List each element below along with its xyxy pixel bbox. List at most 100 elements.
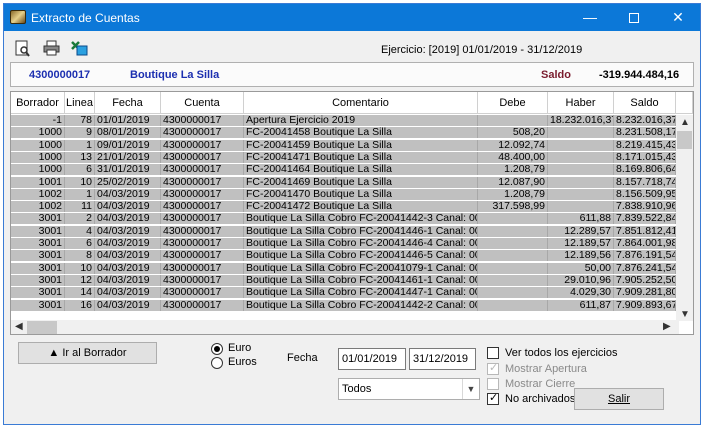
fecha-hasta-input[interactable]: 31/12/2019 (409, 348, 476, 370)
scroll-down-icon[interactable]: ▼ (680, 309, 690, 320)
scroll-right-icon[interactable]: ▶ (663, 321, 671, 332)
cell-haber: 12.189,56 (548, 250, 614, 262)
cell-haber: 12.289,57 (548, 225, 614, 237)
cell-haber: 4.029,30 (548, 287, 614, 299)
cell-fecha: 31/01/2019 (95, 164, 161, 176)
cell-saldo: 7.839.522,84 (616, 213, 676, 225)
cell-borrador: 1000 (11, 127, 65, 139)
cell-linea: 6 (65, 164, 95, 176)
cell-cuenta: 4300000017 (161, 225, 244, 237)
cell-borrador: 3001 (11, 225, 65, 237)
table-row[interactable]: 1002 1 04/03/2019 4300000017 FC-20041470 Bou… (11, 188, 676, 200)
cell-haber: 29.010,96 (548, 274, 614, 286)
header-haber[interactable]: Haber (548, 92, 614, 114)
table-row[interactable]: 3001 14 04/03/2019 4300000017 Boutique La Si… (11, 287, 676, 299)
no-archivados-checkbox[interactable] (487, 391, 499, 405)
table-row[interactable]: 3001 6 04/03/2019 4300000017 Boutique La Sil… (11, 238, 676, 249)
table-row[interactable]: 3001 10 04/03/2019 4300000017 Boutique La Si… (11, 262, 676, 274)
salir-button[interactable]: Salir (574, 388, 664, 410)
cell-linea: 1 (65, 188, 95, 200)
table-row[interactable]: -1 78 01/01/2019 4300000017 Apertura Ejercic… (11, 115, 676, 126)
cell-saldo: 8.169.806,64 (616, 164, 676, 176)
vertical-scrollbar[interactable]: ▲ ▼ (676, 115, 693, 321)
cell-saldo: 8.171.015,43 (616, 151, 676, 163)
cell-linea: 78 (65, 115, 95, 126)
cell-saldo: 7.876.241,54 (616, 262, 676, 274)
preview-icon[interactable] (14, 40, 32, 58)
close-button[interactable]: ✕ (656, 4, 700, 31)
scroll-up-icon[interactable]: ▲ (680, 117, 690, 128)
table-row[interactable]: 3001 12 04/03/2019 4300000017 Boutique La Si… (11, 274, 676, 286)
header-saldo[interactable]: Saldo (614, 92, 676, 114)
cell-comentario: Boutique La Silla Cobro FC-20041446-5 Ca… (246, 250, 478, 262)
cell-fecha: 04/03/2019 (95, 287, 161, 299)
mostrar-cierre-checkbox[interactable] (487, 378, 499, 390)
header-borrador[interactable]: Borrador (11, 92, 65, 114)
radio-euro[interactable] (211, 343, 223, 355)
cell-fecha: 21/01/2019 (95, 151, 161, 163)
header-cuenta[interactable]: Cuenta (161, 92, 244, 114)
table-row[interactable]: 3001 2 04/03/2019 4300000017 Boutique La Sil… (11, 213, 676, 225)
filtro-select[interactable]: Todos ▼ (338, 378, 480, 400)
cell-linea: 16 (65, 299, 95, 311)
cell-borrador: 1000 (11, 164, 65, 176)
cell-debe: 317.598,99 (478, 201, 548, 213)
cell-saldo: 7.851.812,41 (616, 225, 676, 237)
excel-export-icon[interactable] (70, 40, 88, 58)
horizontal-scroll-thumb[interactable] (27, 321, 57, 334)
cell-cuenta: 4300000017 (161, 201, 244, 213)
account-code: 4300000017 (29, 69, 91, 81)
ver-todos-checkbox[interactable] (487, 347, 499, 359)
cell-haber (548, 151, 614, 163)
cell-borrador: -1 (11, 115, 65, 126)
cell-saldo: 7.876.191,54 (616, 250, 676, 262)
radio-euros[interactable] (211, 357, 223, 369)
cell-debe: 48.400,00 (478, 151, 548, 163)
vertical-scroll-thumb[interactable] (677, 131, 692, 149)
cell-linea: 6 (65, 238, 95, 249)
cell-debe: 1.208,79 (478, 164, 548, 176)
saldo-label: Saldo (541, 69, 571, 81)
mostrar-apertura-checkbox[interactable] (487, 361, 499, 375)
cell-fecha: 08/01/2019 (95, 127, 161, 139)
header-comentario[interactable]: Comentario (244, 92, 478, 114)
cell-borrador: 1002 (11, 188, 65, 200)
cell-debe (478, 262, 548, 274)
table-row[interactable]: 3001 8 04/03/2019 4300000017 Boutique La Sil… (11, 250, 676, 262)
movements-grid[interactable]: Borrador Linea Fecha Cuenta Comentario Debe Ha… (10, 91, 694, 335)
print-icon[interactable] (42, 40, 60, 58)
cell-debe: 12.092,74 (478, 139, 548, 151)
table-row[interactable]: 1000 6 31/01/2019 4300000017 FC-20041464 Bou… (11, 164, 676, 176)
header-debe[interactable]: Debe (478, 92, 548, 114)
cell-comentario: Boutique La Silla Cobro FC-20041447-1 Ca… (246, 287, 478, 299)
fecha-desde-input[interactable]: 01/01/2019 (338, 348, 406, 370)
horizontal-scrollbar[interactable]: ◀ ▶ (11, 320, 679, 334)
cell-debe (478, 274, 548, 286)
maximize-button[interactable] (612, 4, 656, 31)
title-bar[interactable]: Extracto de Cuentas — ✕ (4, 4, 700, 31)
cell-comentario: Apertura Ejercicio 2019 (244, 115, 478, 126)
mostrar-apertura-label: Mostrar Apertura (505, 363, 587, 375)
cell-comentario: FC-20041469 Boutique La Silla (244, 176, 478, 188)
table-row[interactable]: 3001 16 04/03/2019 4300000017 Boutique La Si… (11, 299, 676, 311)
header-fecha[interactable]: Fecha (95, 92, 161, 114)
cell-haber: 12.189,57 (548, 238, 614, 249)
table-row[interactable]: 1000 1 09/01/2019 4300000017 FC-20041459 Bou… (11, 139, 676, 151)
table-row[interactable]: 1000 9 08/01/2019 4300000017 FC-20041458 Bou… (11, 127, 676, 139)
cell-fecha: 04/03/2019 (95, 262, 161, 274)
scroll-left-icon[interactable]: ◀ (15, 321, 23, 332)
table-row[interactable]: 3001 4 04/03/2019 4300000017 Boutique La Sil… (11, 225, 676, 237)
table-row[interactable]: 1000 13 21/01/2019 4300000017 FC-20041471 Bo… (11, 151, 676, 163)
cell-cuenta: 4300000017 (161, 188, 244, 200)
cell-comentario: Boutique La Silla Cobro FC-20041446-4 Ca… (246, 238, 478, 249)
minimize-button[interactable]: — (568, 4, 612, 31)
cell-debe: 12.087,90 (478, 176, 548, 188)
ir-al-borrador-button[interactable]: ▲ Ir al Borrador (18, 342, 157, 364)
table-row[interactable]: 1002 11 04/03/2019 4300000017 FC-20041472 Bo… (11, 201, 676, 213)
cell-cuenta: 4300000017 (161, 287, 244, 299)
cell-haber (548, 127, 614, 139)
header-linea[interactable]: Linea (65, 92, 95, 114)
table-row[interactable]: 1001 10 25/02/2019 4300000017 FC-20041469 Bo… (11, 176, 676, 188)
cell-comentario: FC-20041471 Boutique La Silla (244, 151, 478, 163)
cell-debe (478, 287, 548, 299)
